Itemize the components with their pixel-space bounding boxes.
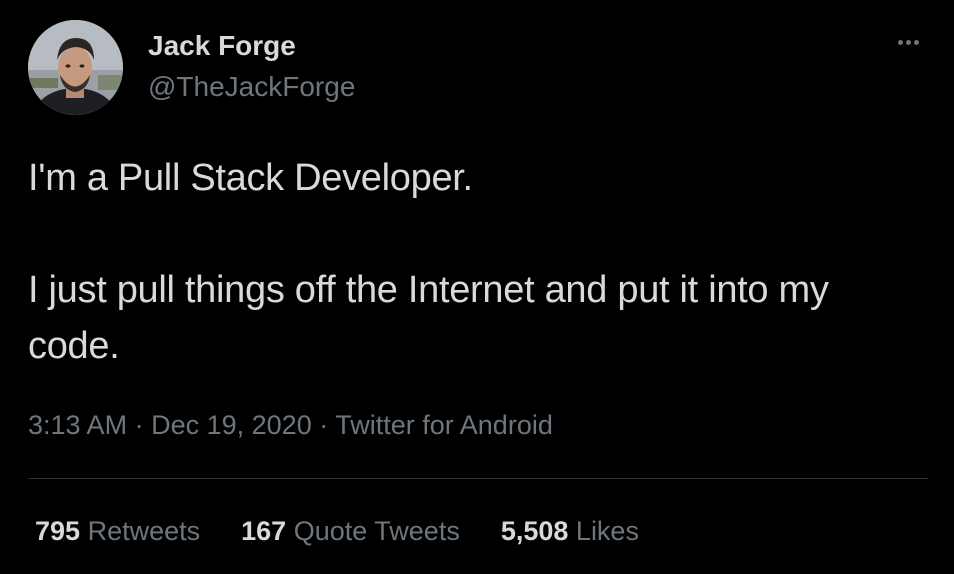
author-handle[interactable]: @TheJackForge (148, 70, 355, 104)
likes-stat[interactable]: 5,508 Likes (501, 514, 639, 548)
author-display-name[interactable]: Jack Forge (148, 29, 296, 63)
retweets-count: 795 (35, 516, 81, 546)
likes-count: 5,508 (500, 516, 569, 546)
tweet-card: Jack Forge @TheJackForge I'm a Pull Stac… (0, 0, 954, 574)
quote-tweets-count: 167 (241, 516, 287, 546)
tweet-stats: 795 Retweets 167 Quote Tweets 5,508 Like… (35, 514, 639, 548)
meta-separator: · (319, 410, 329, 440)
tweet-meta: 3:13 AM · Dec 19, 2020 · Twitter for And… (28, 408, 553, 442)
retweets-stat[interactable]: 795 Retweets (35, 514, 200, 548)
more-horizontal-icon-dot (913, 39, 919, 45)
meta-separator: · (134, 410, 144, 440)
more-options-button[interactable] (888, 30, 928, 54)
divider (28, 478, 928, 479)
tweet-date[interactable]: Dec 19, 2020 (151, 410, 312, 440)
tweet-paragraph: I'm a Pull Stack Developer. (28, 157, 473, 199)
quote-tweets-label: Quote Tweets (293, 516, 460, 546)
avatar[interactable] (28, 20, 123, 115)
tweet-text: I'm a Pull Stack Developer. I just pull … (28, 150, 928, 374)
more-horizontal-icon-dot (905, 39, 911, 45)
tweet-source[interactable]: Twitter for Android (335, 410, 553, 440)
tweet-paragraph: I just pull things off the Internet and … (28, 269, 829, 367)
retweets-label: Retweets (87, 516, 201, 546)
likes-label: Likes (575, 516, 639, 546)
avatar-photo-icon (28, 20, 123, 115)
tweet-time[interactable]: 3:13 AM (28, 410, 127, 440)
more-horizontal-icon (897, 39, 903, 45)
quote-tweets-stat[interactable]: 167 Quote Tweets (241, 514, 460, 548)
